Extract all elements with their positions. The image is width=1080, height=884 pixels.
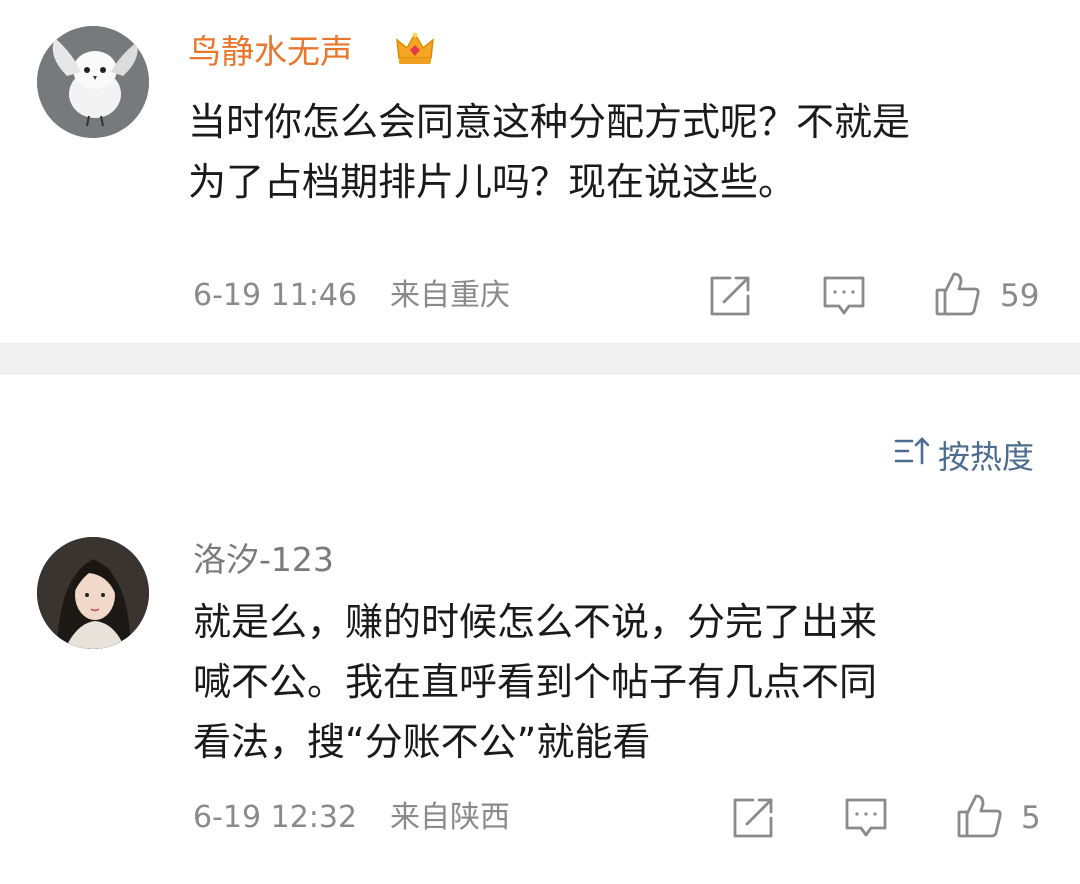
sort-icon bbox=[894, 435, 938, 475]
comment-text-line: 当时你怎么会同意这种分配方式呢？不就是 bbox=[188, 100, 911, 144]
comment-location: 来自重庆 bbox=[390, 278, 510, 313]
comment-icon[interactable] bbox=[822, 274, 866, 318]
section-divider bbox=[0, 343, 1080, 375]
avatar[interactable] bbox=[37, 537, 149, 649]
comment-time: 6-19 12:32 bbox=[193, 800, 358, 835]
avatar[interactable] bbox=[37, 26, 149, 138]
like-count: 59 bbox=[1000, 278, 1040, 314]
username[interactable]: 鸟静水无声 bbox=[188, 32, 353, 72]
comment-time: 6-19 11:46 bbox=[193, 278, 358, 313]
sort-label: 按热度 bbox=[937, 438, 1034, 476]
crown-icon bbox=[393, 28, 437, 72]
comment-item: 洛汐-123 就是么，赚的时候怎么不说，分完了出来 喊不公。我在直呼看到个帖子有… bbox=[0, 500, 1080, 884]
like-count: 5 bbox=[1021, 800, 1041, 836]
sort-button[interactable]: 按热度 bbox=[894, 435, 1034, 476]
comment-text-line: 为了占档期排片儿吗？现在说这些。 bbox=[188, 160, 797, 204]
comment-icon[interactable] bbox=[844, 796, 888, 840]
comment-location: 来自陕西 bbox=[390, 800, 510, 835]
username[interactable]: 洛汐-123 bbox=[193, 540, 334, 580]
portrait-avatar-image bbox=[37, 537, 149, 649]
share-icon[interactable] bbox=[708, 274, 752, 318]
comment-item: 鸟静水无声 当时你怎么会同意这种分配方式呢？不就是 为了占档期排片儿吗？现在说这… bbox=[0, 0, 1080, 343]
like-icon[interactable] bbox=[956, 792, 1004, 840]
bird-avatar-image bbox=[37, 26, 149, 138]
comment-text-line: 看法，搜“分账不公”就能看 bbox=[193, 720, 651, 764]
like-icon[interactable] bbox=[934, 270, 982, 318]
comment-text-line: 就是么，赚的时候怎么不说，分完了出来 bbox=[193, 600, 878, 644]
comment-text-line: 喊不公。我在直呼看到个帖子有几点不同 bbox=[193, 660, 878, 704]
share-icon[interactable] bbox=[731, 796, 775, 840]
